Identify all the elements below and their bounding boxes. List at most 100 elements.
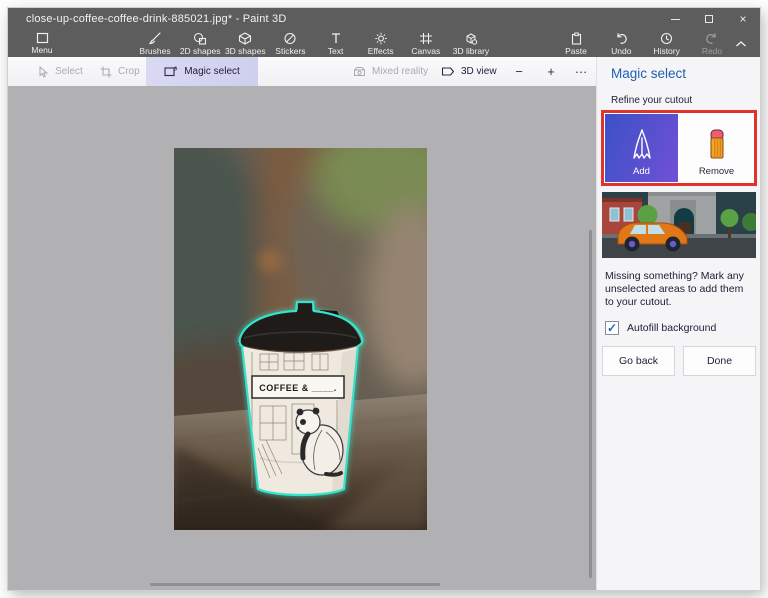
3d-library-button[interactable]: 3D library	[449, 30, 493, 57]
redo-icon	[706, 33, 717, 44]
panel-actions: Go back Done	[602, 346, 756, 376]
undo-label: Undo	[611, 46, 632, 56]
history-button[interactable]: History	[647, 30, 687, 57]
history-icon	[661, 32, 673, 45]
paint3d-window: close-up-coffee-coffee-drink-885021.jpg*…	[8, 8, 760, 590]
minimize-icon	[670, 18, 680, 20]
brushes-label: Brushes	[139, 46, 171, 56]
panel-title: Magic select	[611, 66, 687, 81]
crop-icon	[100, 66, 112, 77]
3d-shapes-button[interactable]: 3D shapes	[223, 30, 267, 57]
2d-shapes-label: 2D shapes	[179, 46, 221, 56]
brush-icon	[148, 32, 161, 45]
go-back-button[interactable]: Go back	[602, 346, 675, 376]
text-icon	[331, 33, 340, 43]
stickers-button[interactable]: Stickers	[268, 30, 312, 57]
autofill-background-checkbox-row[interactable]: ✓ Autofill background	[605, 321, 716, 335]
brushes-button[interactable]: Brushes	[133, 30, 177, 57]
3d-library-label: 3D library	[452, 46, 490, 56]
ribbon-clipboard: Paste Undo History Redo	[556, 30, 732, 57]
redo-button[interactable]: Redo	[692, 30, 732, 57]
effects-icon	[375, 32, 387, 45]
zoom-in-button[interactable]: +	[540, 57, 562, 86]
paste-icon	[571, 32, 581, 45]
horizontal-scrollbar[interactable]	[150, 583, 440, 586]
window-title: close-up-coffee-coffee-drink-885021.jpg*…	[26, 13, 287, 25]
redo-label: Redo	[701, 46, 723, 56]
eraser-remove-icon	[710, 129, 723, 159]
add-button[interactable]: Add	[605, 114, 678, 182]
ellipsis-icon: …	[574, 61, 588, 76]
street-scene-preview	[602, 192, 756, 258]
mixed-reality-icon	[354, 67, 365, 76]
missing-something-text: Missing something? Mark any unselected a…	[605, 270, 744, 308]
cup-banner-text: COFFEE & ____.	[259, 383, 337, 393]
stickers-label: Stickers	[275, 46, 306, 56]
magic-select-panel: Magic select Refine your cutout Add Remo…	[596, 57, 760, 590]
close-icon: ×	[739, 12, 747, 26]
mixed-reality-label: Mixed reality	[372, 66, 429, 77]
canvas-area[interactable]: COFFEE & ____.	[8, 86, 596, 590]
refine-cutout-label: Refine your cutout	[611, 95, 693, 106]
collapse-ribbon-button[interactable]	[728, 30, 754, 57]
vertical-scrollbar[interactable]	[589, 230, 592, 578]
sub-toolbar: Select Crop Magic select Mixed reality 3…	[8, 57, 596, 86]
coffee-cup-photo[interactable]: COFFEE & ____.	[174, 148, 427, 530]
checkmark-icon: ✓	[606, 321, 618, 335]
shapes-2d-icon	[194, 32, 207, 45]
maximize-icon	[705, 15, 713, 23]
add-label: Add	[633, 166, 650, 177]
done-button[interactable]: Done	[683, 346, 756, 376]
effects-button[interactable]: Effects	[359, 30, 403, 57]
canvas-button[interactable]: Canvas	[404, 30, 448, 57]
magic-select-icon	[164, 66, 178, 77]
canvas-icon	[419, 33, 432, 44]
close-button[interactable]: ×	[726, 8, 760, 30]
zoom-out-button[interactable]: −	[508, 57, 530, 86]
paste-label: Paste	[565, 46, 587, 56]
editor-column: Select Crop Magic select Mixed reality 3…	[8, 57, 596, 590]
maximize-button[interactable]	[692, 8, 726, 30]
remove-button[interactable]: Remove	[680, 114, 753, 182]
title-bar: close-up-coffee-coffee-drink-885021.jpg*…	[8, 8, 760, 30]
minus-icon: −	[515, 64, 523, 79]
red-highlight-annotation: Add Remove	[601, 110, 757, 186]
undo-button[interactable]: Undo	[601, 30, 641, 57]
shapes-3d-icon	[239, 32, 252, 45]
pencil-add-icon	[632, 129, 651, 159]
undo-icon	[617, 33, 627, 44]
magic-select-label: Magic select	[184, 66, 240, 77]
menu-icon	[36, 32, 48, 44]
select-label: Select	[55, 66, 83, 77]
more-options-button[interactable]: …	[570, 57, 592, 86]
text-label: Text	[327, 46, 344, 56]
library-3d-icon	[466, 33, 478, 45]
paste-button[interactable]: Paste	[556, 30, 596, 57]
crop-button[interactable]: Crop	[100, 57, 140, 86]
autofill-label: Autofill background	[627, 322, 717, 334]
plus-icon: +	[547, 64, 555, 79]
window-controls: ×	[658, 8, 760, 30]
sticker-icon	[284, 32, 296, 45]
history-label: History	[653, 46, 680, 56]
3d-view-label: 3D view	[461, 66, 497, 77]
ribbon-tools: Brushes 2D shapes 3D shapes Stickers Tex…	[133, 30, 493, 57]
3d-view-icon	[441, 67, 455, 76]
3d-shapes-label: 3D shapes	[224, 46, 266, 56]
canvas-label: Canvas	[411, 46, 441, 56]
remove-label: Remove	[698, 166, 735, 177]
select-button[interactable]: Select	[38, 57, 83, 86]
menu-label: Menu	[31, 45, 53, 55]
2d-shapes-button[interactable]: 2D shapes	[178, 30, 222, 57]
minimize-button[interactable]	[658, 8, 692, 30]
select-cursor-icon	[39, 65, 49, 77]
mixed-reality-button[interactable]: Mixed reality	[353, 57, 428, 86]
menu-button[interactable]: Menu	[20, 30, 64, 57]
crop-label: Crop	[118, 66, 140, 77]
3d-view-button[interactable]: 3D view	[441, 57, 497, 86]
content-area: Select Crop Magic select Mixed reality 3…	[8, 57, 760, 590]
chevron-up-icon	[736, 40, 746, 46]
text-button[interactable]: Text	[314, 30, 358, 57]
magic-select-button[interactable]: Magic select	[146, 57, 258, 86]
checkbox[interactable]: ✓	[605, 321, 619, 335]
